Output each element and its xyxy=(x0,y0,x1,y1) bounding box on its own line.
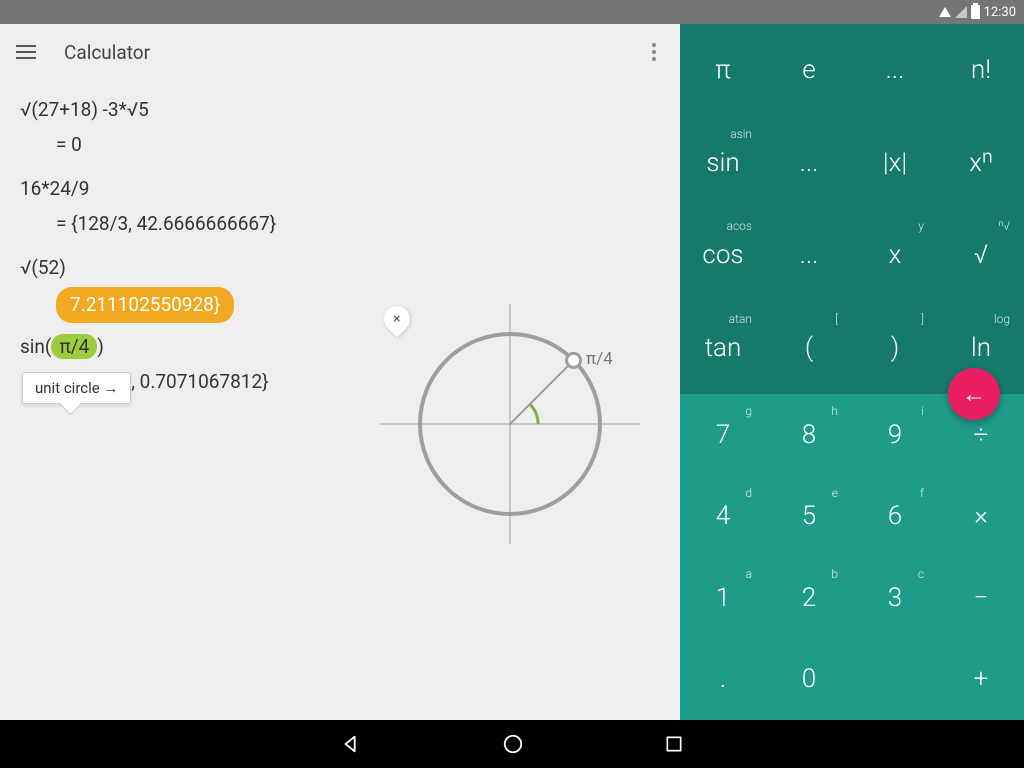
function-keys: ← πe...n!sinasin...|x|xⁿcosacos...xy√ⁿ√t… xyxy=(680,24,1024,394)
history-expr[interactable]: 16*24/9 xyxy=(20,175,660,204)
battery-icon xyxy=(971,5,980,19)
key-paren-close[interactable]: )] xyxy=(852,302,938,395)
status-time: 12:30 xyxy=(984,5,1016,20)
toolbar: Calculator xyxy=(0,24,680,80)
history-result: = 0 xyxy=(56,131,660,160)
key-factorial[interactable]: n! xyxy=(938,24,1024,117)
key-5[interactable]: 5e xyxy=(766,476,852,558)
key-abs[interactable]: |x| xyxy=(852,117,938,210)
key-4[interactable]: 4d xyxy=(680,476,766,558)
key-7[interactable]: 7g xyxy=(680,394,766,476)
key-paren-open[interactable]: ([ xyxy=(766,302,852,395)
unit-circle-tooltip[interactable]: unit circle → xyxy=(22,372,131,404)
key-e[interactable]: e xyxy=(766,24,852,117)
key-−[interactable]: − xyxy=(938,557,1024,639)
app-title: Calculator xyxy=(64,41,150,64)
key-sqrt[interactable]: √ⁿ√ xyxy=(938,209,1024,302)
history-result: = {128/3, 42.6666666667} xyxy=(56,210,660,239)
key-8[interactable]: 8h xyxy=(766,394,852,476)
recent-icon[interactable] xyxy=(664,734,684,754)
unit-circle-diagram[interactable]: π/4 xyxy=(380,304,640,548)
wifi-icon xyxy=(939,7,951,17)
key-1[interactable]: 1a xyxy=(680,557,766,639)
back-icon[interactable] xyxy=(340,733,362,755)
number-keys: 7g8h9i÷4d5e6f×1a2b3c−.0+ xyxy=(680,394,1024,720)
key-9[interactable]: 9i xyxy=(852,394,938,476)
key-cos[interactable]: cosacos xyxy=(680,209,766,302)
key-3[interactable]: 3c xyxy=(852,557,938,639)
key-more[interactable]: ... xyxy=(852,24,938,117)
backspace-fab[interactable]: ← xyxy=(948,368,1000,420)
home-icon[interactable] xyxy=(502,733,524,755)
keypad: ← πe...n!sinasin...|x|xⁿcosacos...xy√ⁿ√t… xyxy=(680,24,1024,720)
key-6[interactable]: 6f xyxy=(852,476,938,558)
key-.[interactable]: . xyxy=(680,639,766,721)
android-navbar xyxy=(0,720,1024,768)
hamburger-icon[interactable] xyxy=(16,45,36,59)
key-2[interactable]: 2b xyxy=(766,557,852,639)
history-expr[interactable]: √(52) xyxy=(20,254,660,283)
key-more3[interactable]: ... xyxy=(766,209,852,302)
argument-chip[interactable]: π/4 xyxy=(51,334,97,359)
key-tan[interactable]: tanatan xyxy=(680,302,766,395)
key-0[interactable]: 0 xyxy=(766,639,852,721)
key-more2[interactable]: ... xyxy=(766,117,852,210)
key-blank[interactable] xyxy=(852,639,938,721)
status-bar: 12:30 xyxy=(0,0,1024,24)
key-sin[interactable]: sinasin xyxy=(680,117,766,210)
result-highlight[interactable]: = {√(52), 7.211102550928} xyxy=(56,287,234,324)
main-panel: Calculator √(27+18) -3*√5 = 0 16*24/9 = … xyxy=(0,24,680,720)
key-+[interactable]: + xyxy=(938,639,1024,721)
key-power[interactable]: xⁿ xyxy=(938,117,1024,210)
history-expr[interactable]: √(27+18) -3*√5 xyxy=(20,96,660,125)
key-×[interactable]: × xyxy=(938,476,1024,558)
more-icon[interactable] xyxy=(644,35,664,69)
angle-label: π/4 xyxy=(586,349,613,369)
key-x[interactable]: xy xyxy=(852,209,938,302)
signal-icon xyxy=(955,6,967,18)
key-pi[interactable]: π xyxy=(680,24,766,117)
